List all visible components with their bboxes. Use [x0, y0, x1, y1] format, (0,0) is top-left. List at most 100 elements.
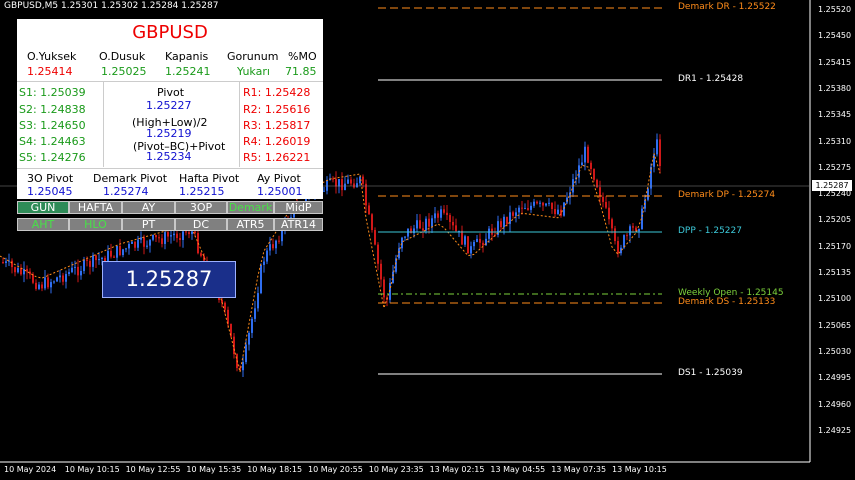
atr5-button[interactable]: ATR5 [227, 218, 274, 231]
midp-button[interactable]: MidP [274, 201, 323, 214]
candle-body [524, 208, 526, 210]
time-tick: 10 May 10:15 [64, 465, 120, 474]
candle-body [407, 228, 409, 237]
value-3o-pivot: 1.25045 [27, 185, 73, 198]
aht-button[interactable]: AHT [17, 218, 69, 231]
candle-body [242, 362, 244, 371]
candle-body [587, 146, 589, 163]
candle-body [131, 241, 133, 244]
demark-button[interactable]: Demark [227, 201, 274, 214]
hlo-button[interactable]: HLO [69, 218, 122, 231]
candle-body [62, 275, 64, 282]
candle-body [383, 279, 385, 298]
candle-body [593, 169, 595, 180]
candle-body [32, 274, 34, 283]
candle-body [83, 259, 85, 271]
candle-body [92, 255, 94, 267]
candle-body [614, 228, 616, 242]
label-hafta-pivot: Hafta Pivot [179, 172, 240, 185]
candle-body [80, 270, 82, 276]
candle-body [191, 231, 193, 235]
candle-body [461, 230, 463, 245]
candle-body [368, 205, 370, 215]
candle-body [77, 266, 79, 276]
price-tick: 1.25450 [818, 31, 852, 41]
gun-button[interactable]: GUN [17, 201, 69, 214]
pt-button[interactable]: PT [122, 218, 175, 231]
candle-body [95, 255, 97, 261]
candle-body [185, 231, 187, 233]
candle-body [632, 226, 634, 228]
candle-body [362, 176, 364, 184]
3op-button[interactable]: 3OP [175, 201, 227, 214]
support-3: S3: 1.24650 [19, 119, 86, 132]
candle-body [488, 228, 490, 239]
price-tick: 1.25520 [818, 5, 852, 14]
candle-body [392, 271, 394, 283]
candle-body [113, 256, 115, 258]
candle-body [380, 263, 382, 280]
candle-body [200, 253, 202, 256]
candle-body [581, 162, 583, 166]
candle-body [56, 277, 58, 282]
candle-body [503, 216, 505, 228]
candle-body [479, 238, 481, 243]
dc-button[interactable]: DC [175, 218, 227, 231]
price-tick: 1.25030 [818, 346, 852, 356]
candle-body [512, 212, 514, 216]
candle-body [176, 233, 178, 239]
candle-body [530, 205, 532, 210]
candle-body [590, 162, 592, 170]
candle-body [275, 240, 277, 249]
value-low: 1.25025 [101, 65, 147, 78]
atr14-button[interactable]: ATR14 [274, 218, 323, 231]
candle-body [326, 180, 328, 191]
candle-body [398, 248, 400, 259]
candle-body [656, 139, 658, 155]
candle-body [647, 188, 649, 200]
candle-body [434, 213, 436, 219]
price-tick: 1.25310 [818, 136, 852, 146]
candle-body [188, 232, 190, 235]
resistance-1: R1: 1.25428 [243, 86, 311, 99]
candle-body [659, 139, 661, 167]
candle-body [137, 239, 139, 248]
candle-body [245, 344, 247, 363]
candle-body [374, 230, 376, 245]
candle-body [182, 231, 184, 241]
candle-body [173, 233, 175, 236]
candle-body [143, 237, 145, 247]
candle-body [65, 274, 67, 282]
candle-body [602, 196, 604, 202]
candle-body [518, 207, 520, 213]
ay-button[interactable]: AY [122, 201, 175, 214]
level-label: DPP - 1.25227 [678, 226, 742, 236]
candle-body [251, 318, 253, 333]
support-5: S5: 1.24276 [19, 151, 86, 164]
candle-body [611, 219, 613, 229]
candle-body [335, 178, 337, 187]
candle-body [53, 281, 55, 283]
candle-body [527, 208, 529, 210]
candle-body [272, 244, 274, 249]
value-outlook: Yukarı [237, 65, 270, 78]
candle-body [437, 213, 439, 218]
candle-body [548, 202, 550, 204]
current-price-tag: 1.25287 [812, 180, 852, 191]
candle-body [446, 212, 448, 216]
candle-body [419, 220, 421, 229]
time-tick: 10 May 12:55 [125, 465, 181, 474]
hafta-button[interactable]: HAFTA [69, 201, 122, 214]
candle-body [356, 183, 358, 188]
candle-body [122, 249, 124, 256]
level-label: Demark DP - 1.25274 [678, 190, 776, 200]
support-1: S1: 1.25039 [19, 86, 86, 99]
candle-body [350, 179, 352, 184]
candle-body [125, 248, 127, 250]
resistance-5: R5: 1.26221 [243, 151, 311, 164]
value-high: 1.25414 [27, 65, 73, 78]
price-tick: 1.25135 [818, 268, 852, 277]
candle-body [536, 201, 538, 204]
time-tick: 13 May 10:15 [612, 465, 667, 474]
candle-body [629, 226, 631, 236]
